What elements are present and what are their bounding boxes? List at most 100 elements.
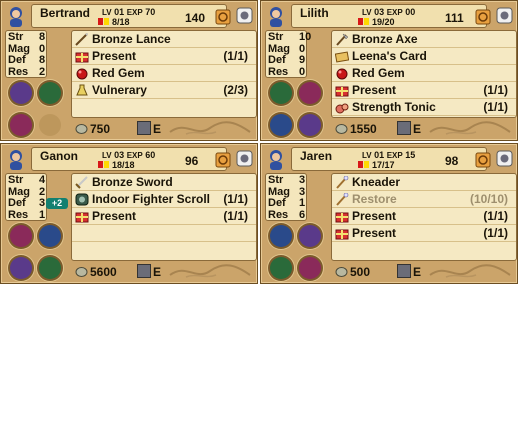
stat-row-res: Res 2 bbox=[8, 65, 46, 78]
skill-slot-icon[interactable] bbox=[10, 114, 32, 136]
item-name: Present bbox=[352, 83, 397, 97]
item-uses: (1/1) bbox=[223, 49, 248, 63]
item-uses: (1/1) bbox=[223, 192, 248, 206]
inventory-item[interactable]: Red Gem bbox=[72, 65, 256, 82]
inventory-item[interactable]: Strength Tonic (1/1) bbox=[332, 99, 516, 116]
item-name: Red Gem bbox=[352, 66, 405, 80]
unit-header: Lilith LV 03 EXP 00 19/20 111 bbox=[291, 4, 491, 28]
item-uses: (1/1) bbox=[483, 100, 508, 114]
def-bonus-badge: +2 bbox=[46, 198, 68, 209]
unit-name: Bertrand bbox=[40, 6, 91, 20]
unit-panel-ganon: Ganon LV 03 EXP 60 18/18 96 Str 4 Mag 2 Def 3… bbox=[0, 143, 258, 284]
skill-slot-icon[interactable] bbox=[39, 114, 61, 136]
weapon-rank-icon bbox=[137, 121, 151, 135]
unit-class-icon bbox=[475, 152, 491, 168]
inventory-empty-slot[interactable] bbox=[72, 99, 256, 116]
inventory-item[interactable]: Present (1/1) bbox=[332, 82, 516, 99]
item-name: Bronze Axe bbox=[352, 32, 418, 46]
unit-panel-bertrand: Bertrand LV 01 EXP 70 8/18 140 Str 8 Mag 0 D… bbox=[0, 0, 258, 141]
item-uses: (2/3) bbox=[223, 83, 248, 97]
unit-name: Ganon bbox=[40, 149, 78, 163]
inventory-item[interactable]: Bronze Axe bbox=[332, 31, 516, 48]
inventory-empty-slot[interactable] bbox=[72, 242, 256, 259]
unit-header: Ganon LV 03 EXP 60 18/18 96 bbox=[31, 147, 231, 171]
axe-icon bbox=[335, 33, 349, 46]
inventory-item[interactable]: Present (1/1) bbox=[332, 208, 516, 225]
inventory-empty-slot[interactable] bbox=[332, 242, 516, 259]
skill-slot-icon[interactable] bbox=[270, 225, 292, 247]
inventory-item[interactable]: Vulnerary (2/3) bbox=[72, 82, 256, 99]
sword-icon bbox=[75, 176, 89, 189]
skill-slot-icon[interactable] bbox=[39, 82, 61, 104]
stat-row-res: Res 0 bbox=[268, 65, 306, 78]
weapon-rank-icon bbox=[397, 264, 411, 278]
unit-portrait-icon[interactable] bbox=[265, 148, 287, 170]
weapon-rank-value: E bbox=[413, 122, 422, 136]
inventory-item[interactable]: Kneader bbox=[332, 174, 516, 191]
present-icon bbox=[75, 50, 89, 63]
staff-icon bbox=[335, 175, 349, 189]
level-exp: LV 03 EXP 00 bbox=[362, 7, 416, 17]
skill-slot-icon[interactable] bbox=[299, 225, 321, 247]
unit-portrait-icon[interactable] bbox=[265, 5, 287, 27]
skill-slot-icon[interactable] bbox=[299, 114, 321, 136]
hp-value: 8/18 bbox=[112, 17, 130, 27]
item-uses: (1/1) bbox=[483, 226, 508, 240]
hp-value: 18/18 bbox=[112, 160, 135, 170]
hp-bar bbox=[358, 161, 370, 168]
present-icon bbox=[335, 210, 349, 223]
skill-slot-icon[interactable] bbox=[270, 257, 292, 279]
inventory-list: Bronze Sword Indoor Fighter Scroll (1/1)… bbox=[71, 173, 257, 261]
coin-icon bbox=[335, 265, 348, 278]
unit-class-icon bbox=[475, 9, 491, 25]
coin-icon bbox=[335, 122, 348, 135]
unit-status-icon[interactable] bbox=[496, 7, 513, 24]
unit-panel-jaren: Jaren LV 01 EXP 15 17/17 98 Str 3 Mag 3 Def 1… bbox=[260, 143, 518, 284]
stats-box: Str 4 Mag 2 Def 3 Res 1 bbox=[5, 173, 47, 221]
skill-slot-icon[interactable] bbox=[10, 82, 32, 104]
unit-status-icon[interactable] bbox=[496, 150, 513, 167]
stat-row-res: Res 6 bbox=[268, 208, 306, 221]
tonic-icon bbox=[335, 101, 349, 114]
skill-slot-icon[interactable] bbox=[299, 82, 321, 104]
inventory-item[interactable]: Present (1/1) bbox=[72, 208, 256, 225]
inventory-item[interactable]: Bronze Sword bbox=[72, 174, 256, 191]
item-name: Leena's Card bbox=[352, 49, 427, 63]
item-name: Present bbox=[352, 226, 397, 240]
inventory-item[interactable]: Leena's Card bbox=[332, 48, 516, 65]
skill-slot-icon[interactable] bbox=[10, 225, 32, 247]
inventory-item[interactable]: Present (1/1) bbox=[332, 225, 516, 242]
unit-status-icon[interactable] bbox=[236, 7, 253, 24]
unit-portrait-icon[interactable] bbox=[5, 5, 27, 27]
unit-portrait-icon[interactable] bbox=[5, 148, 27, 170]
skill-slot-icon[interactable] bbox=[299, 257, 321, 279]
stat-row-res: Res 1 bbox=[8, 208, 46, 221]
skill-slot-icon[interactable] bbox=[39, 225, 61, 247]
hp-bar bbox=[98, 18, 110, 25]
vulnerary-icon bbox=[75, 84, 89, 97]
item-name: Strength Tonic bbox=[352, 100, 436, 114]
red-gem-icon bbox=[75, 67, 89, 80]
inventory-item[interactable]: Bronze Lance bbox=[72, 31, 256, 48]
item-uses: (1/1) bbox=[483, 83, 508, 97]
skill-slot-icon[interactable] bbox=[270, 82, 292, 104]
present-icon bbox=[335, 84, 349, 97]
hp-bar bbox=[358, 18, 370, 25]
inventory-item[interactable]: Indoor Fighter Scroll (1/1) bbox=[72, 191, 256, 208]
skill-slot-icon[interactable] bbox=[270, 114, 292, 136]
skill-slot-icon[interactable] bbox=[10, 257, 32, 279]
skill-slot-icon[interactable] bbox=[39, 257, 61, 279]
inventory-item[interactable]: Present (1/1) bbox=[72, 48, 256, 65]
inventory-item[interactable]: Restore (10/10) bbox=[332, 191, 516, 208]
stats-box: Str 10 Mag 0 Def 9 Res 0 bbox=[265, 30, 311, 78]
item-name: Vulnerary bbox=[92, 83, 147, 97]
item-uses: (1/1) bbox=[223, 209, 248, 223]
unit-status-icon[interactable] bbox=[236, 150, 253, 167]
decorative-swirl bbox=[166, 120, 254, 138]
gold-value: 750 bbox=[90, 122, 111, 136]
unit-name: Lilith bbox=[300, 6, 329, 20]
inventory-empty-slot[interactable] bbox=[72, 225, 256, 242]
staff-icon bbox=[335, 192, 349, 206]
movement-value: 96 bbox=[185, 154, 199, 168]
inventory-item[interactable]: Red Gem bbox=[332, 65, 516, 82]
